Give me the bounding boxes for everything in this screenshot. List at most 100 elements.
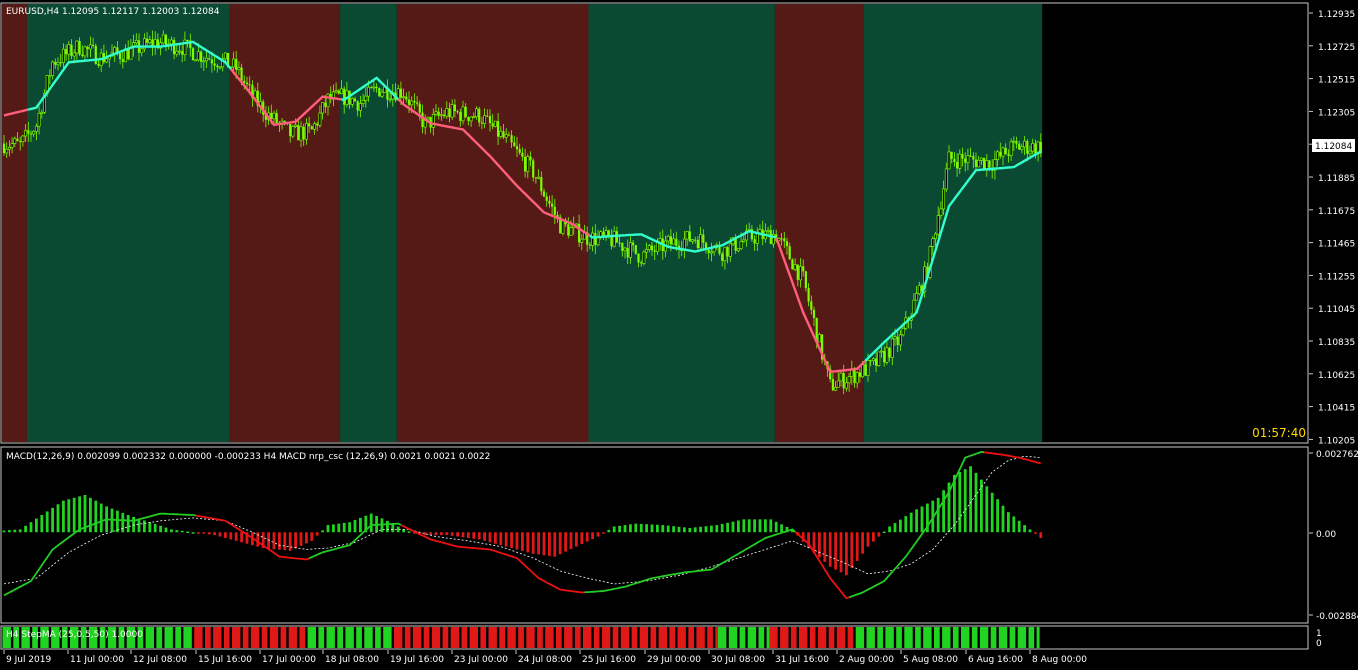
candle-body-bull: [326, 93, 330, 108]
candle-body-bull: [83, 46, 87, 57]
mt4-chart-window[interactable]: EURUSD,H4 1.12095 1.12117 1.12003 1.1208…: [0, 0, 1358, 670]
stepma-bar-down: [672, 627, 676, 648]
stepma-bar-down: [831, 627, 835, 648]
macd-hist-bar-up: [159, 525, 162, 533]
stepma-bar-down: [483, 627, 487, 648]
stepma-bar-down: [242, 627, 246, 648]
candle-body-bear: [515, 146, 519, 150]
time-axis-label: 18 Jul 08:00: [325, 655, 379, 665]
macd-hist-bar-down: [564, 532, 567, 552]
macd-hist-bar-up: [51, 507, 54, 533]
stepma-bar-down: [583, 627, 586, 648]
candle-body-bear: [378, 88, 381, 97]
candle-body-bear: [127, 48, 130, 60]
candle-body-bull: [890, 338, 894, 358]
price-axis-label: 1.10835: [1318, 338, 1355, 348]
candle-body-bull: [196, 51, 200, 61]
candle-body-bear: [270, 112, 273, 119]
candle-body-bear: [448, 108, 451, 118]
macd-hist-bar-up: [764, 519, 767, 533]
macd-hist-bar-down: [456, 532, 459, 537]
candle-body-bull: [291, 126, 295, 137]
stepma-bar-down: [291, 627, 295, 648]
candle-body-bear: [81, 54, 84, 56]
stepma-bar-up: [869, 627, 873, 648]
price-axis-label: 1.11255: [1318, 272, 1355, 282]
candle-body-bull: [931, 238, 935, 247]
candle-body-bull: [799, 266, 802, 281]
symbol-title: EURUSD,H4 1.12095 1.12117 1.12003 1.1208…: [6, 7, 220, 17]
stepma-bar-down: [437, 627, 441, 648]
stepma-bar-down: [669, 627, 673, 648]
candle-body-bear: [553, 206, 556, 216]
macd-hist-bar-up: [186, 531, 189, 534]
macd-hist-bar-down: [434, 532, 438, 536]
stepma-bar-down: [839, 627, 843, 648]
price-axis-label: 1.12935: [1318, 10, 1355, 20]
stepma-bar-down: [472, 627, 476, 648]
macd-hist-bar-up: [769, 519, 773, 533]
candle-body-bull: [817, 334, 821, 343]
stepma-axis-label-bottom: 0: [1316, 639, 1322, 649]
candle-body-bull: [526, 156, 530, 172]
candle-body-bull: [917, 285, 921, 295]
stepma-bar-up: [321, 627, 325, 648]
macd-hist-bar-down: [283, 532, 287, 551]
stepma-bar-down: [664, 627, 667, 648]
candle-body-bull: [475, 108, 478, 118]
candle-body-bear: [610, 236, 613, 247]
time-axis-label: 19 Jul 16:00: [390, 655, 444, 665]
candle-body-bear: [1015, 141, 1018, 144]
macd-axis-label-min: -0.002884: [1316, 612, 1358, 622]
candle-body-bull: [434, 111, 438, 115]
candle-body-bear: [370, 87, 373, 89]
stepma-bar-down: [491, 627, 495, 648]
candle-body-bear: [950, 151, 953, 159]
bullish-zone: [26, 4, 230, 442]
macd-hist-bar-up: [353, 520, 357, 533]
time-axis-label: 6 Aug 16:00: [968, 655, 1023, 665]
macd-hist-bar-up: [180, 530, 184, 533]
macd-hist-bar-up: [121, 512, 125, 533]
stepma-bar-up: [990, 627, 994, 648]
candle-body-bull: [334, 90, 338, 93]
stepma-bar-up: [385, 627, 389, 648]
candle-body-bull: [1012, 140, 1016, 143]
stepma-bar-up: [340, 627, 343, 648]
stepma-bar-down: [774, 627, 778, 648]
candle-body-bull: [10, 143, 14, 148]
macd-hist-bar-up: [704, 526, 708, 533]
stepma-bar-up: [934, 627, 937, 648]
stepma-bar-up: [1020, 627, 1024, 648]
candle-body-bear: [119, 53, 122, 60]
candle-body-bull: [493, 120, 497, 127]
candle-body-bear: [956, 162, 959, 169]
macd-hist-bar-up: [710, 525, 713, 533]
candle-body-bull: [140, 48, 144, 53]
stepma-bar-up: [1012, 627, 1016, 648]
stepma-bar-down: [836, 627, 840, 648]
candle-body-bear: [353, 98, 357, 102]
candle-body-bear: [200, 51, 203, 62]
macd-hist-bar-up: [731, 521, 735, 533]
stepma-bar-down: [550, 627, 554, 648]
macd-hist-bar-down: [850, 532, 854, 569]
macd-hist-bar-down: [494, 532, 497, 544]
stepma-bar-up: [928, 627, 932, 648]
macd-hist-bar-down: [845, 532, 848, 576]
macd-hist-bar-down: [310, 532, 314, 541]
stepma-bar-down: [529, 627, 532, 648]
macd-hist-bar-down: [548, 532, 551, 556]
candle-body-bear: [694, 239, 697, 241]
macd-hist-bar-up: [753, 519, 756, 533]
candle-body-bear: [707, 249, 710, 254]
candle-body-bear: [969, 155, 972, 157]
macd-hist-bar-down: [602, 532, 605, 534]
candle-body-bear: [54, 61, 57, 65]
candle-body-bull: [237, 67, 241, 71]
stepma-bar-down: [499, 627, 503, 648]
macd-hist-bar-up: [688, 527, 692, 533]
macd-hist-bar-up: [332, 524, 335, 533]
stepma-bar-up: [753, 627, 757, 648]
stepma-bar-up: [888, 627, 892, 648]
